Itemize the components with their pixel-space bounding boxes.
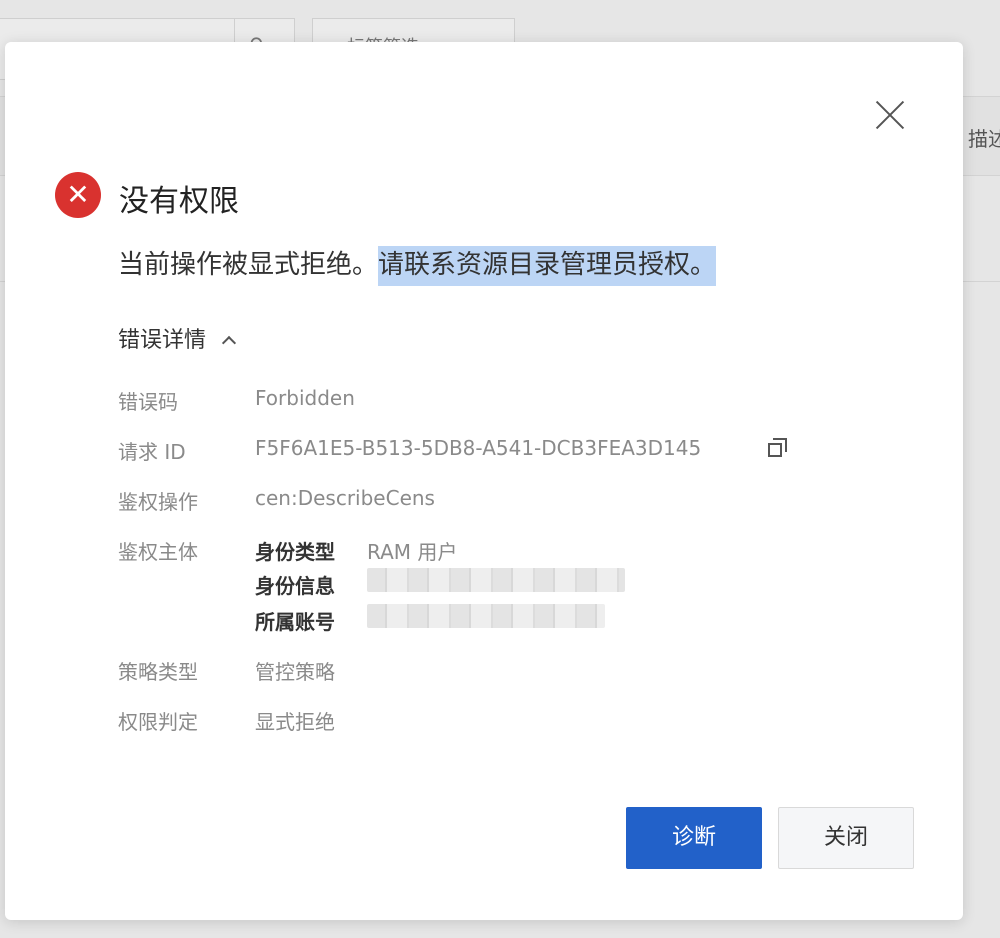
message-highlighted: 请联系资源目录管理员授权。 — [378, 246, 717, 286]
error-code-value: Forbidden — [255, 386, 355, 410]
diagnose-button[interactable]: 诊断 — [626, 807, 762, 869]
request-id-value: F5F6A1E5-B513-5DB8-A541-DCB3FEA3D145 — [255, 436, 702, 460]
account-redacted — [367, 604, 605, 628]
error-details-toggle[interactable]: 错误详情 — [118, 322, 237, 354]
decision-label: 权限判定 — [118, 710, 198, 734]
error-code-label: 错误码 — [118, 390, 178, 414]
background-column-label: 描述 — [968, 127, 1000, 151]
dialog-message: 当前操作被显式拒绝。请联系资源目录管理员授权。 — [118, 244, 717, 286]
request-id-label: 请求 ID — [118, 440, 186, 464]
dialog-title: 没有权限 — [119, 184, 239, 219]
policy-type-label: 策略类型 — [118, 660, 198, 684]
close-button[interactable]: 关闭 — [778, 807, 914, 869]
auth-action-value: cen:DescribeCens — [255, 486, 435, 510]
permission-denied-dialog: ✕ 没有权限 当前操作被显式拒绝。请联系资源目录管理员授权。 错误详情 错误码 … — [5, 42, 963, 920]
error-details-label: 错误详情 — [118, 328, 207, 353]
identity-type-key: 身份类型 — [255, 540, 335, 564]
principal-label: 鉴权主体 — [118, 540, 198, 564]
message-plain: 当前操作被显式拒绝。 — [118, 250, 379, 280]
policy-type-value: 管控策略 — [255, 660, 335, 684]
identity-info-key: 身份信息 — [255, 574, 335, 598]
auth-action-label: 鉴权操作 — [118, 490, 198, 514]
close-icon[interactable] — [873, 98, 907, 132]
chevron-up-icon — [221, 335, 237, 351]
identity-type-value: RAM 用户 — [367, 540, 458, 564]
account-key: 所属账号 — [255, 610, 335, 634]
error-icon: ✕ — [55, 172, 101, 218]
decision-value: 显式拒绝 — [255, 710, 335, 734]
identity-info-redacted — [367, 568, 625, 592]
copy-icon[interactable] — [768, 438, 788, 458]
